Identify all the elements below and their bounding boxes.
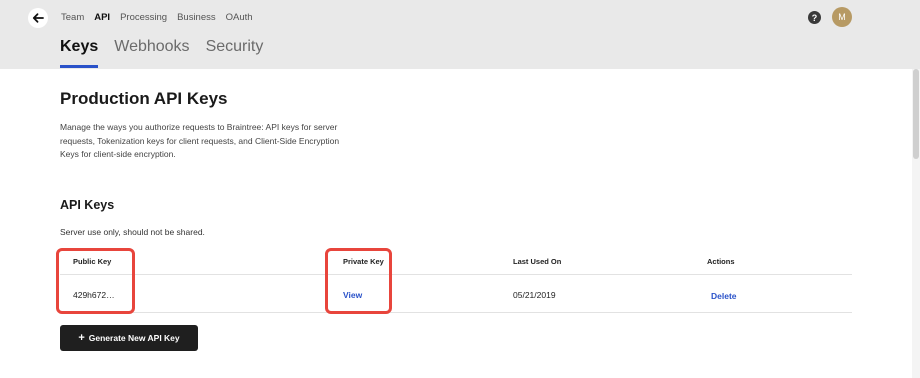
nav-api[interactable]: API — [94, 12, 110, 23]
table-row-divider — [60, 312, 852, 313]
delete-key-link[interactable]: Delete — [711, 291, 737, 301]
tab-security[interactable]: Security — [206, 38, 264, 68]
column-header-public-key: Public Key — [73, 257, 112, 266]
public-key-value: 429h672… — [73, 290, 115, 300]
column-header-private-key: Private Key — [343, 257, 384, 266]
api-keys-subtitle: Server use only, should not be shared. — [60, 227, 205, 237]
nav-team[interactable]: Team — [61, 12, 84, 23]
generate-api-key-label: Generate New API Key — [88, 333, 180, 343]
column-header-actions: Actions — [707, 257, 735, 266]
table-header-divider — [60, 274, 852, 275]
column-header-last-used: Last Used On — [513, 257, 562, 266]
view-private-key-link[interactable]: View — [343, 290, 362, 300]
page-description: Manage the ways you authorize requests t… — [60, 122, 340, 159]
nav-oauth[interactable]: OAuth — [226, 12, 253, 23]
top-nav: Team API Processing Business OAuth — [61, 12, 253, 23]
last-used-date: 05/21/2019 — [513, 290, 556, 300]
back-button[interactable] — [28, 8, 48, 28]
generate-api-key-button[interactable]: + Generate New API Key — [60, 325, 198, 351]
arrow-left-icon — [32, 13, 44, 23]
api-keys-heading: API Keys — [60, 198, 115, 212]
tab-webhooks[interactable]: Webhooks — [114, 38, 189, 68]
nav-processing[interactable]: Processing — [120, 12, 167, 23]
top-header: Team API Processing Business OAuth ? M K… — [0, 0, 920, 69]
plus-icon: + — [78, 332, 85, 344]
avatar[interactable]: M — [832, 7, 852, 27]
help-icon[interactable]: ? — [808, 11, 821, 24]
scrollbar-thumb[interactable] — [913, 69, 919, 159]
tab-keys[interactable]: Keys — [60, 38, 99, 68]
nav-business[interactable]: Business — [177, 12, 216, 23]
page-title: Production API Keys — [60, 89, 228, 108]
section-tabs: Keys Webhooks Security — [60, 38, 263, 68]
